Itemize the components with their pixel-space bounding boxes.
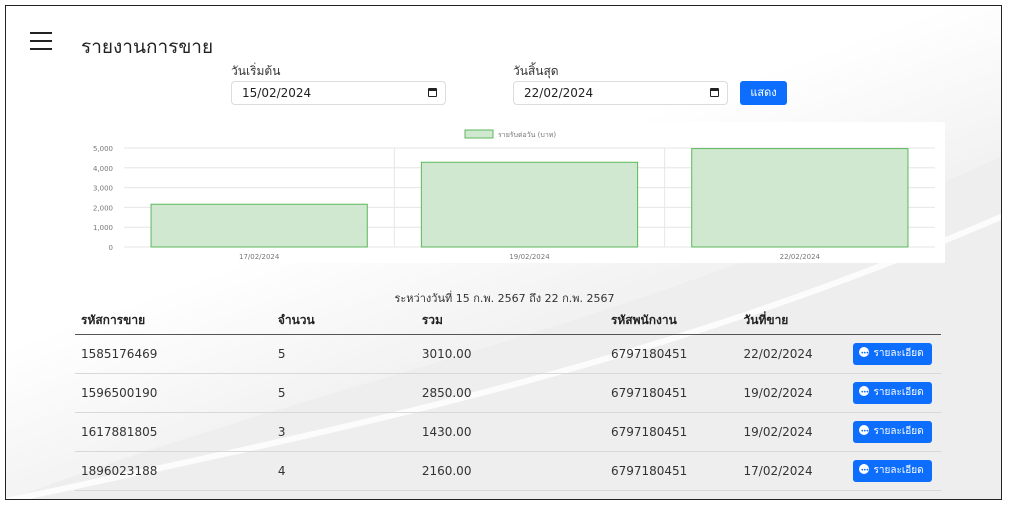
- more-dots-icon: [859, 382, 870, 404]
- table-cell: 2850.00: [415, 373, 605, 413]
- sales-table: รหัสการขาย จำนวน รวม รหัสพนักงาน วันที่ขาย 1…: [75, 306, 941, 500]
- more-dots-icon: [859, 421, 870, 443]
- detail-button-label: รายละเอียด: [873, 465, 924, 476]
- y-tick-label: 1,000: [93, 224, 113, 232]
- column-header: จำนวน: [271, 306, 416, 335]
- end-date-input[interactable]: 22/02/2024: [513, 81, 728, 105]
- table-cell: 17/02/2024: [737, 451, 848, 491]
- x-tick-label: 19/02/2024: [509, 253, 550, 261]
- table-cell: 1596500190: [75, 373, 272, 413]
- detail-button[interactable]: รายละเอียด: [853, 382, 932, 404]
- table-cell: 6797180451: [604, 490, 738, 499]
- table-cell: 6797180451: [604, 334, 738, 374]
- y-tick-label: 2,000: [93, 204, 113, 212]
- y-tick-label: 0: [109, 244, 113, 252]
- table-cell: 19/02/2024: [737, 412, 848, 452]
- page-title: รายงานการขาย: [81, 36, 214, 58]
- bar: [691, 148, 909, 248]
- calendar-icon[interactable]: [710, 88, 719, 97]
- show-button[interactable]: แสดง: [740, 81, 787, 105]
- detail-button[interactable]: รายละเอียด: [853, 343, 932, 365]
- table-cell: 22/02/2024: [737, 490, 848, 499]
- legend-label: รายรับต่อวัน (บาท): [498, 131, 556, 139]
- column-header: รหัสพนักงาน: [604, 306, 738, 335]
- legend-swatch: [464, 129, 494, 139]
- table-cell: 4: [271, 451, 416, 491]
- table-cell: 5: [271, 373, 416, 413]
- table-cell: 2160.00: [415, 451, 605, 491]
- bar: [150, 203, 368, 248]
- table-row: 161788180531430.00679718045119/02/2024 รา…: [75, 412, 941, 452]
- y-tick-label: 4,000: [93, 165, 113, 173]
- table-row: 158517646953010.00679718045122/02/2024 รา…: [75, 334, 941, 374]
- actions-cell: รายละเอียด: [847, 451, 941, 491]
- hamburger-menu-icon[interactable]: [30, 32, 52, 50]
- table-header-row: รหัสการขาย จำนวน รวม รหัสพนักงาน วันที่ขาย: [75, 306, 941, 335]
- table-cell: 1585176469: [75, 334, 272, 374]
- table-cell: 5: [271, 334, 416, 374]
- table-cell: 1430.00: [415, 412, 605, 452]
- table-cell: 1896023188: [75, 451, 272, 491]
- table-cell: 6797180451: [604, 373, 738, 413]
- table-cell: 3010.00: [415, 334, 605, 374]
- table-cell: 19/02/2024: [737, 373, 848, 413]
- table-cell: 3: [271, 412, 416, 452]
- actions-cell: รายละเอียด: [847, 334, 941, 374]
- table-cell: 2035857073: [75, 490, 272, 499]
- column-header: รวม: [415, 306, 605, 335]
- more-dots-icon: [859, 343, 870, 365]
- x-tick-label: 17/02/2024: [239, 253, 280, 261]
- table-cell: 1617881805: [75, 412, 272, 452]
- column-header: รหัสการขาย: [75, 306, 272, 335]
- actions-cell: รายละเอียด: [847, 373, 941, 413]
- table-row: 189602318842160.00679718045117/02/2024 รา…: [75, 451, 941, 491]
- bar: [420, 161, 639, 248]
- start-date-input[interactable]: 15/02/2024: [231, 81, 446, 105]
- x-tick-label: 22/02/2024: [780, 253, 821, 261]
- detail-button-label: รายละเอียด: [873, 387, 924, 398]
- actions-cell: รายละเอียด: [847, 412, 941, 452]
- date-range-caption: ระหว่างวันที่ 15 ก.พ. 2567 ถึง 22 ก.พ. 2…: [394, 292, 615, 305]
- actions-cell: รายละเอียด: [847, 490, 941, 500]
- y-tick-label: 5,000: [93, 145, 113, 153]
- detail-button[interactable]: รายละเอียด: [853, 421, 932, 443]
- more-dots-icon: [859, 460, 870, 482]
- table-row: 203585707341960.00679718045122/02/2024 รา…: [75, 490, 941, 500]
- table-cell: 1960.00: [415, 490, 605, 499]
- table-row: 159650019052850.00679718045119/02/2024 รา…: [75, 373, 941, 413]
- table-cell: 6797180451: [604, 451, 738, 491]
- table-cell: 22/02/2024: [737, 334, 848, 374]
- calendar-icon[interactable]: [428, 88, 437, 97]
- detail-button[interactable]: รายละเอียด: [853, 460, 932, 482]
- detail-button-label: รายละเอียด: [873, 348, 924, 359]
- detail-button[interactable]: รายละเอียด: [853, 499, 931, 500]
- sales-bar-chart: 0 1,000 2,000 3,000 4,000 5,000 17/02/2024 19/0…: [77, 122, 945, 263]
- detail-button-label: รายละเอียด: [873, 426, 924, 437]
- start-date-value: 15/02/2024: [242, 86, 312, 100]
- column-header: วันที่ขาย: [737, 306, 848, 335]
- table-cell: 4: [271, 490, 416, 499]
- table-cell: 6797180451: [604, 412, 738, 452]
- app-window: รายงานการขาย วันเริ่มต้น 15/02/2024 วันส…: [5, 5, 1002, 500]
- start-date-label: วันเริ่มต้น: [231, 64, 281, 78]
- y-tick-label: 3,000: [93, 185, 113, 193]
- end-date-label: วันสิ้นสุด: [513, 64, 559, 78]
- column-header-actions: [847, 306, 941, 335]
- end-date-value: 22/02/2024: [524, 86, 594, 100]
